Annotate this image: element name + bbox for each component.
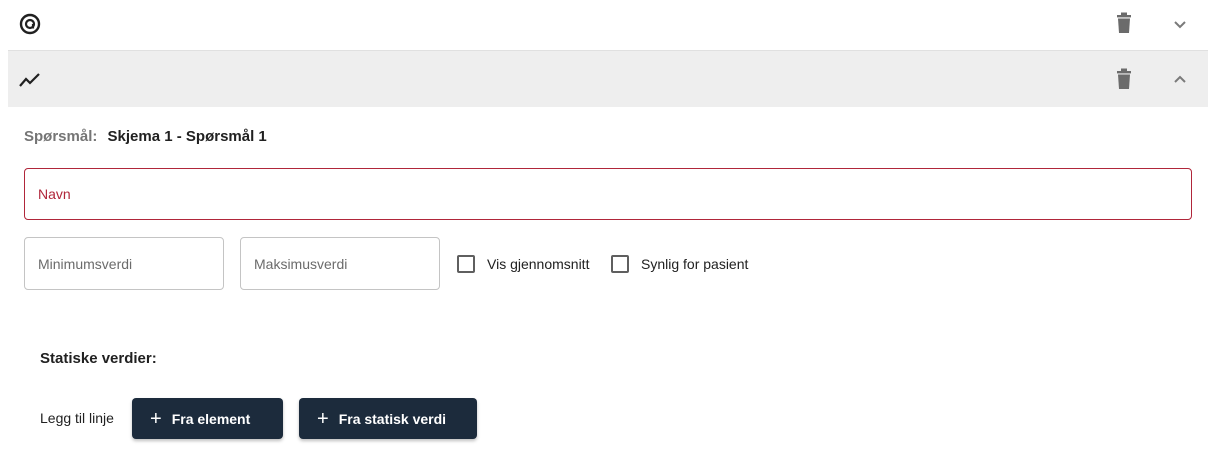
collapsed-row[interactable]	[8, 0, 1208, 51]
plus-icon: +	[317, 407, 329, 430]
chevron-down-icon[interactable]	[1168, 12, 1192, 41]
name-field[interactable]	[24, 168, 1192, 220]
checkbox-icon[interactable]	[457, 255, 475, 273]
min-value-field[interactable]	[24, 237, 224, 290]
add-from-element-button[interactable]: + Fra element	[132, 398, 283, 439]
radio-target-icon	[18, 12, 42, 41]
add-from-element-label: Fra element	[171, 410, 251, 427]
max-value-field[interactable]	[240, 237, 440, 290]
delete-icon[interactable]	[1115, 68, 1133, 95]
show-average-label: Vis gjennomsnitt	[487, 256, 590, 272]
question-label: Spørsmål:	[24, 128, 98, 145]
visible-patient-checkbox[interactable]: Synlig for pasient	[611, 254, 748, 274]
question-line: Spørsmål: Skjema 1 - Spørsmål 1	[24, 128, 267, 145]
add-from-static-button[interactable]: + Fra statisk verdi	[299, 398, 477, 439]
delete-icon[interactable]	[1115, 12, 1133, 39]
add-line-label: Legg til linje	[40, 410, 114, 426]
name-input[interactable]	[25, 169, 1191, 219]
checkbox-icon[interactable]	[611, 255, 629, 273]
add-from-static-label: Fra statisk verdi	[338, 410, 447, 427]
static-values-title: Statiske verdier:	[40, 350, 157, 367]
chevron-up-icon[interactable]	[1168, 68, 1192, 97]
min-value-input[interactable]	[25, 238, 223, 289]
expanded-row-header[interactable]	[8, 51, 1208, 107]
plus-icon: +	[150, 407, 162, 430]
visible-patient-label: Synlig for pasient	[641, 256, 749, 272]
show-average-checkbox[interactable]: Vis gjennomsnitt	[457, 254, 589, 274]
question-value: Skjema 1 - Spørsmål 1	[107, 128, 267, 145]
max-value-input[interactable]	[241, 238, 439, 289]
trend-line-icon	[18, 68, 42, 97]
